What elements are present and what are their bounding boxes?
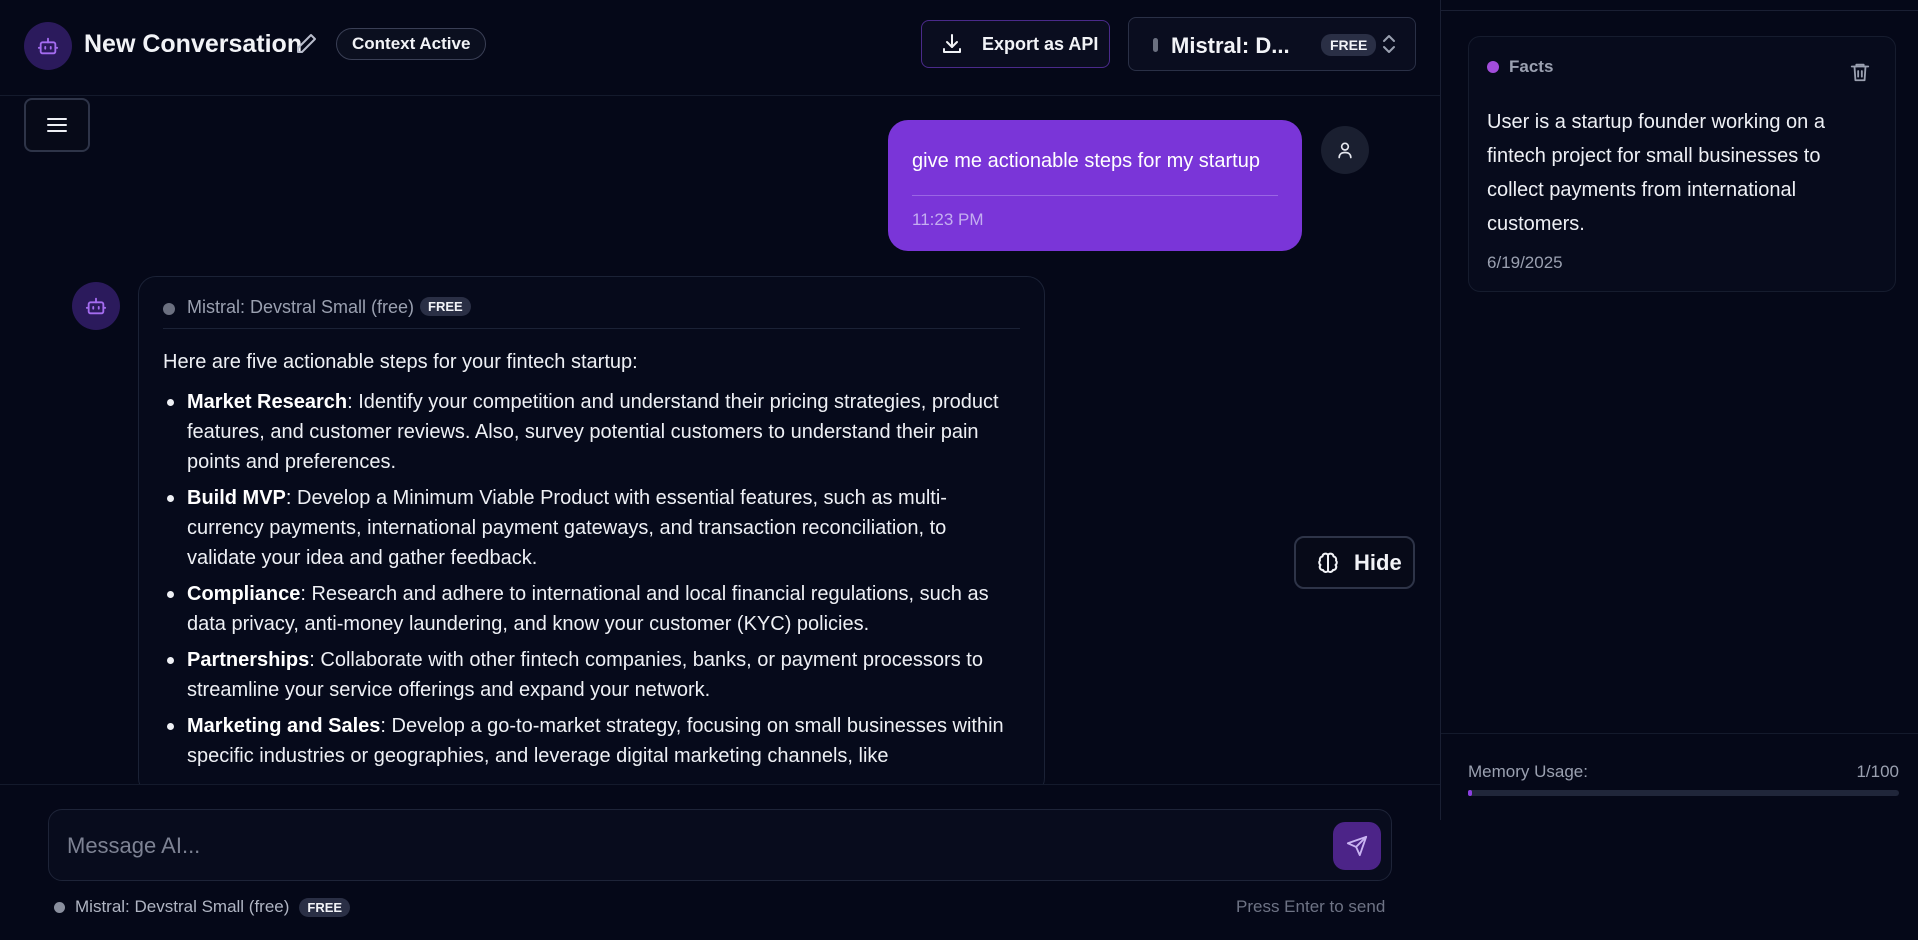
step-title: Market Research: [187, 391, 348, 413]
assistant-avatar: [72, 282, 120, 330]
fact-category: Facts: [1509, 57, 1554, 76]
model-name: Mistral: D...: [1171, 33, 1290, 58]
memory-usage: Memory Usage: 1/100: [1441, 733, 1918, 823]
bot-avatar: [24, 22, 72, 70]
assistant-intro: Here are five actionable steps for your …: [163, 351, 638, 373]
model-selector[interactable]: Mistral: D... FREE: [1128, 17, 1416, 71]
step-title: Build MVP: [187, 487, 286, 509]
memory-fact-card: Facts User is a startup founder working …: [1468, 36, 1896, 292]
memory-sidebar: Facts User is a startup founder working …: [1440, 0, 1918, 820]
step-title: Compliance: [187, 583, 301, 605]
brain-icon: [1318, 552, 1338, 573]
send-hint: Press Enter to send: [1236, 897, 1386, 916]
steps-list: Market Research: Identify your competiti…: [163, 387, 1020, 771]
message-composer: [48, 809, 1392, 881]
hamburger-icon: [47, 118, 67, 132]
list-item: Partnerships: Collaborate with other fin…: [163, 645, 1020, 705]
assistant-model-name: Mistral: Devstral Small (free): [187, 297, 415, 317]
assistant-message-body: Here are five actionable steps for your …: [163, 347, 1020, 777]
page-title: New Conversation: [84, 30, 303, 58]
model-status-dot: [1153, 38, 1158, 52]
robot-icon: [85, 297, 107, 315]
chat-header: New Conversation Context Active Export a…: [0, 0, 1440, 96]
export-label: Export as API: [982, 33, 1099, 54]
send-icon: [1346, 835, 1368, 857]
fact-date: 6/19/2025: [1487, 253, 1563, 272]
assistant-message: Mistral: Devstral Small (free) FREE Here…: [138, 276, 1045, 796]
user-avatar: [1321, 126, 1369, 174]
context-status-pill: Context Active: [336, 28, 487, 60]
export-api-button[interactable]: Export as API: [921, 20, 1110, 68]
free-badge: FREE: [420, 297, 471, 316]
memory-usage-count: 1/100: [1856, 762, 1899, 781]
list-item: Market Research: Identify your competiti…: [163, 387, 1020, 477]
menu-button[interactable]: [24, 98, 90, 152]
message-timestamp: 11:23 PM: [912, 210, 984, 229]
edit-title-icon[interactable]: [294, 32, 318, 56]
model-status-dot: [54, 901, 65, 913]
user-message-text: give me actionable steps for my startup: [912, 150, 1260, 172]
hide-label: Hide: [1354, 549, 1402, 575]
free-badge: FREE: [1321, 34, 1377, 56]
memory-usage-label: Memory Usage:: [1468, 762, 1588, 781]
memory-usage-fill: [1468, 790, 1473, 796]
step-title: Partnerships: [187, 649, 310, 671]
step-title: Marketing and Sales: [187, 715, 381, 737]
chevron-up-down-icon: [1383, 35, 1395, 53]
composer-model-info: Mistral: Devstral Small (free) FREE: [54, 897, 351, 917]
composer-area: Mistral: Devstral Small (free) FREE Pres…: [0, 784, 1440, 940]
divider: [1441, 10, 1918, 11]
assistant-message-header: Mistral: Devstral Small (free) FREE: [163, 295, 1020, 329]
trash-icon[interactable]: [1849, 61, 1871, 83]
chat-main: New Conversation Context Active Export a…: [0, 0, 1440, 940]
model-status-dot: [163, 303, 175, 315]
message-input[interactable]: [67, 828, 1267, 864]
download-icon: [943, 34, 961, 53]
list-item: Compliance: Research and adhere to inter…: [163, 579, 1020, 639]
fact-content: User is a startup founder working on a f…: [1487, 111, 1825, 235]
list-item: Build MVP: Develop a Minimum Viable Prod…: [163, 483, 1020, 573]
memory-usage-bar: [1468, 790, 1899, 796]
free-badge: FREE: [299, 897, 351, 917]
robot-icon: [37, 37, 59, 55]
category-dot: [1487, 61, 1499, 73]
step-text: : Research and adhere to international a…: [187, 583, 989, 635]
hide-memory-button[interactable]: Hide: [1294, 536, 1415, 589]
list-item: Marketing and Sales: Develop a go-to-mar…: [163, 711, 1020, 771]
message-divider: [912, 195, 1278, 196]
step-text: : Develop a Minimum Viable Product with …: [187, 487, 947, 569]
user-message: give me actionable steps for my startup …: [888, 120, 1302, 251]
composer-model-name: Mistral: Devstral Small (free): [75, 897, 290, 916]
user-icon: [1338, 142, 1352, 159]
send-button[interactable]: [1333, 822, 1381, 870]
